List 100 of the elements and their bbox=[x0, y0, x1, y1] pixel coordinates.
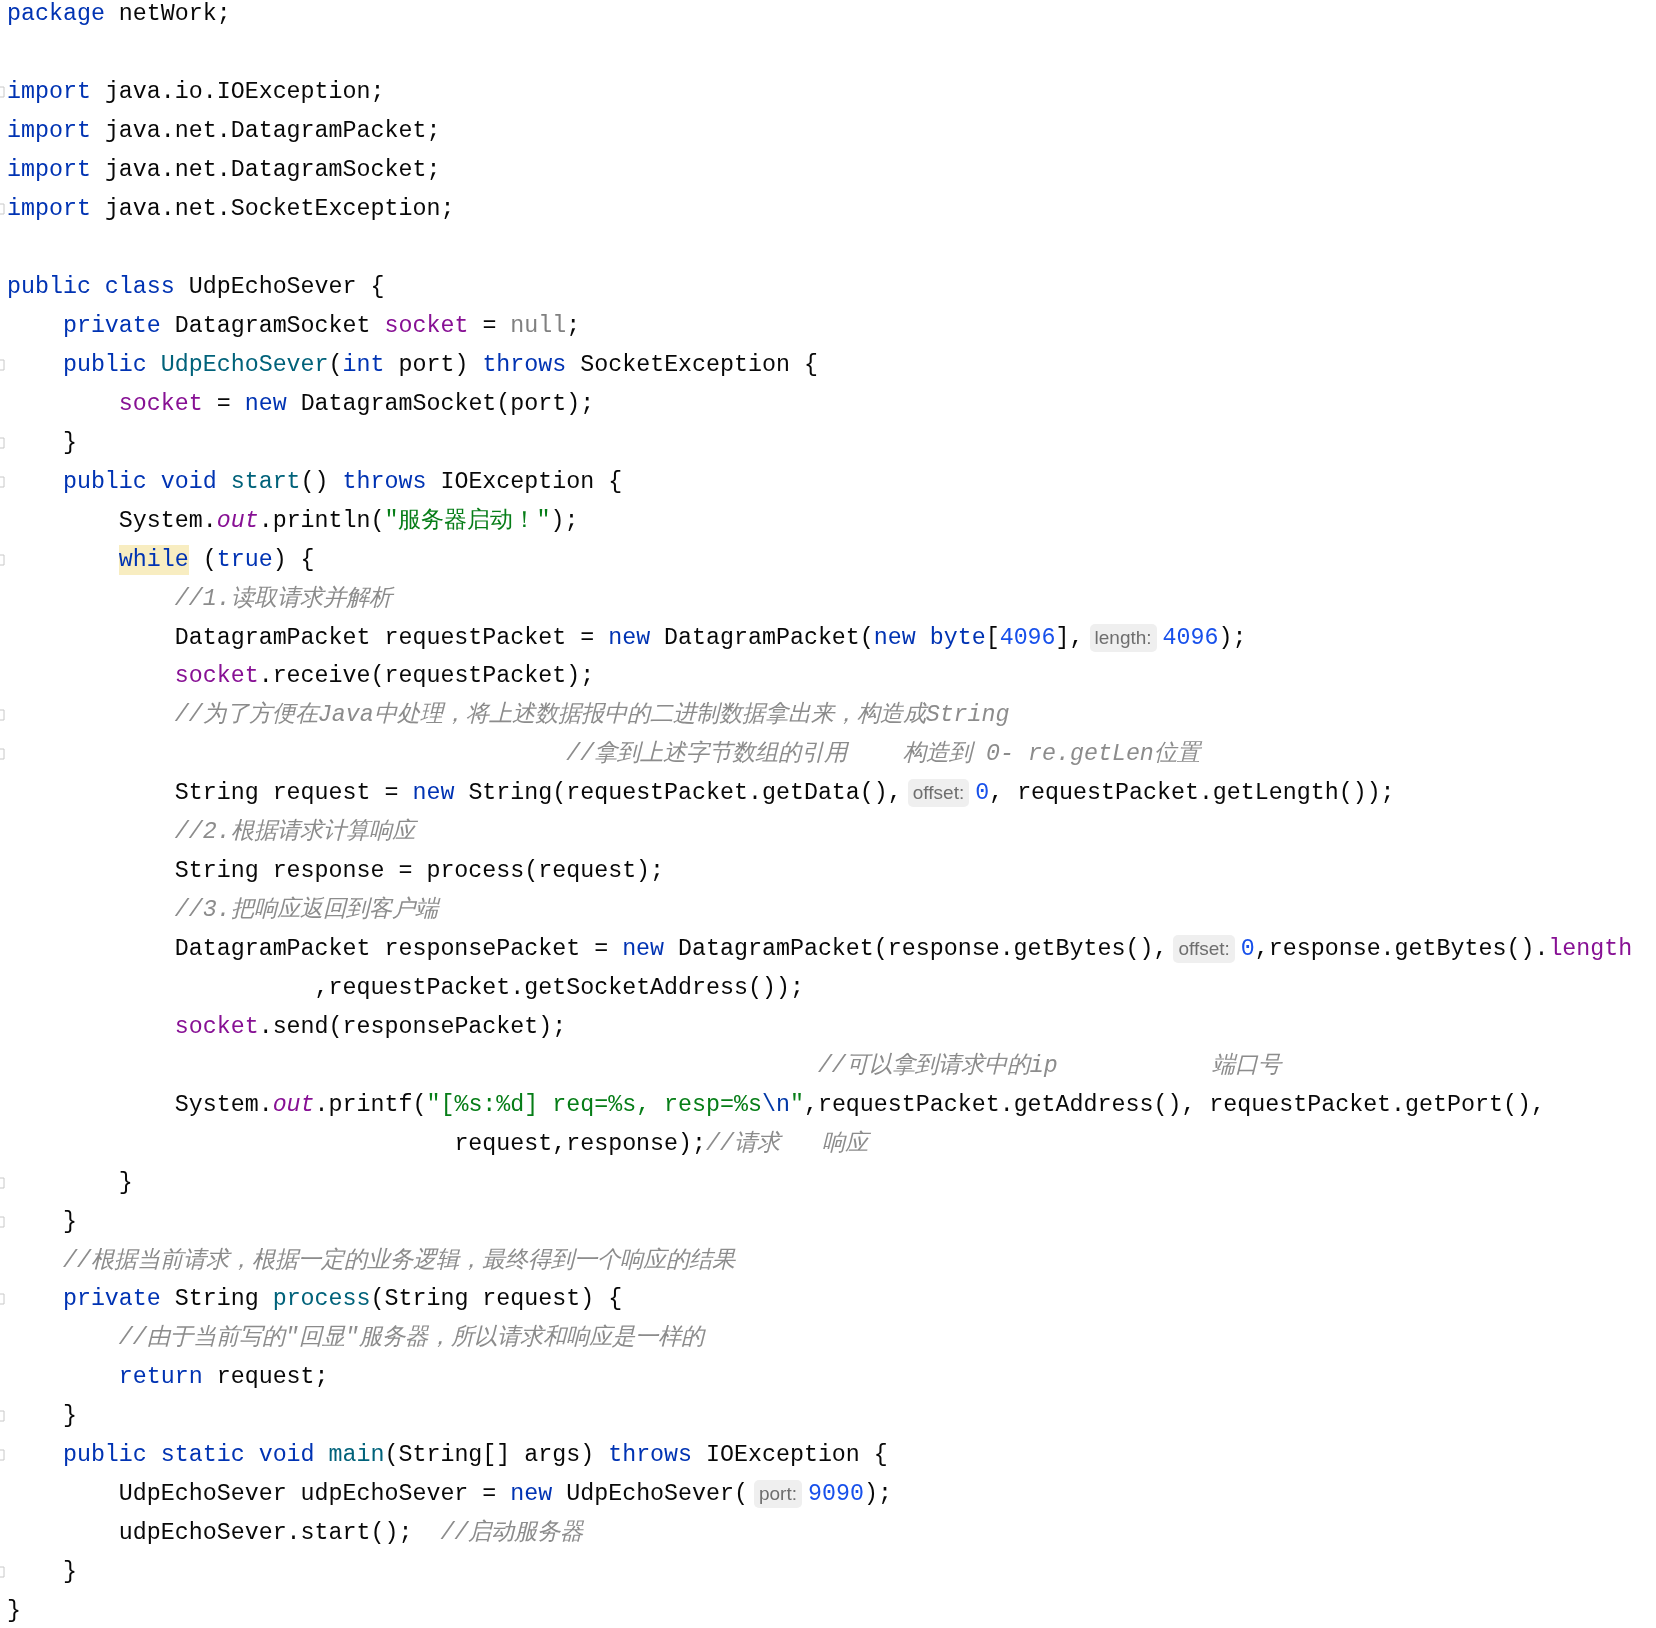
code-text: .receive(requestPacket); bbox=[258, 662, 595, 692]
code-text: DatagramPacket responsePacket = bbox=[174, 935, 610, 964]
keyword: import bbox=[7, 156, 91, 186]
keyword: public static void bbox=[62, 1441, 316, 1471]
keyword: public bbox=[62, 350, 148, 380]
keyword: import bbox=[7, 117, 91, 147]
keyword: new byte bbox=[873, 623, 986, 653]
code-text: java.net.SocketException; bbox=[104, 195, 455, 225]
fold-marker-icon[interactable] bbox=[0, 1176, 5, 1189]
fold-marker-icon[interactable] bbox=[0, 86, 5, 99]
code-text: SocketException { bbox=[580, 350, 818, 380]
code-text: ); bbox=[1218, 623, 1247, 653]
field-name: socket bbox=[174, 1012, 259, 1042]
code-text: .println( bbox=[258, 506, 385, 536]
fold-marker-icon[interactable] bbox=[0, 709, 5, 722]
code-text: IOException { bbox=[706, 1441, 888, 1471]
keyword: throws bbox=[608, 1441, 693, 1471]
code-text: ( bbox=[328, 350, 343, 380]
code-comment: //由于当前写的"回显"服务器，所以请求和响应是一样的 bbox=[118, 1323, 704, 1354]
code-text: } bbox=[62, 1558, 77, 1587]
null-literal: null bbox=[510, 312, 567, 341]
code-text: DatagramSocket(port); bbox=[300, 389, 595, 419]
code-text: ( bbox=[202, 545, 217, 575]
code-text: } bbox=[118, 1168, 133, 1198]
code-text: ,response.getBytes(). bbox=[1254, 935, 1549, 964]
keyword: private bbox=[62, 1285, 161, 1315]
field-name: socket bbox=[174, 662, 259, 692]
parameter-hint: offset: bbox=[907, 779, 970, 808]
code-text: ,requestPacket.getSocketAddress()); bbox=[314, 973, 804, 1003]
keyword: return bbox=[118, 1363, 203, 1393]
code-text: [ bbox=[985, 623, 1000, 653]
code-text: port) bbox=[398, 350, 470, 380]
keyword: public class bbox=[7, 273, 175, 303]
number-literal: 4096 bbox=[999, 623, 1056, 653]
code-comment: //根据当前请求，根据一定的业务逻辑，最终得到一个响应的结果 bbox=[62, 1246, 735, 1276]
number-literal: 4096 bbox=[1162, 623, 1219, 653]
fold-marker-icon[interactable] bbox=[0, 1215, 5, 1228]
string-literal: "服务器启动！" bbox=[384, 506, 551, 536]
code-text: String(requestPacket.getData(), bbox=[468, 779, 902, 809]
fold-marker-icon[interactable] bbox=[0, 475, 5, 488]
fold-marker-icon[interactable] bbox=[0, 1293, 5, 1306]
code-text: UdpEchoSever { bbox=[188, 273, 385, 303]
keyword: while bbox=[118, 544, 189, 575]
number-literal: 9090 bbox=[808, 1480, 864, 1510]
fold-marker-icon[interactable] bbox=[0, 1410, 5, 1423]
fold-marker-icon[interactable] bbox=[0, 1449, 5, 1462]
code-text: } bbox=[62, 428, 77, 458]
code-comment: //为了方便在Java中处理，将上述数据报中的二进制数据拿出来，构造成String bbox=[174, 700, 1010, 731]
code-text: IOException { bbox=[440, 467, 623, 497]
code-text: java.net.DatagramSocket; bbox=[104, 156, 441, 186]
keyword: import bbox=[7, 195, 91, 225]
code-text: (String request) { bbox=[370, 1285, 623, 1315]
fold-marker-icon[interactable] bbox=[0, 358, 5, 371]
number-literal: 0 bbox=[975, 779, 990, 809]
code-text: .printf( bbox=[314, 1090, 427, 1120]
method-name: main bbox=[328, 1441, 385, 1471]
keyword: int bbox=[342, 350, 385, 380]
code-text: DatagramSocket bbox=[174, 312, 372, 341]
keyword: throws bbox=[342, 467, 427, 497]
code-text: } bbox=[62, 1402, 77, 1432]
code-text: String response = process(request); bbox=[174, 857, 665, 887]
fold-marker-icon[interactable] bbox=[0, 748, 5, 761]
code-text: DatagramPacket(response.getBytes(), bbox=[678, 935, 1168, 964]
code-text: .send(responsePacket); bbox=[258, 1012, 567, 1042]
code-text: } bbox=[62, 1207, 77, 1237]
keyword: private bbox=[62, 312, 161, 341]
fold-marker-icon[interactable] bbox=[0, 553, 5, 566]
parameter-hint: offset: bbox=[1173, 935, 1235, 963]
keyword: package bbox=[7, 0, 105, 30]
keyword: true bbox=[216, 545, 273, 575]
static-field: out bbox=[272, 1089, 315, 1120]
string-literal: "[%s:%d] req=%s, resp=%s bbox=[426, 1090, 762, 1120]
code-text: ) { bbox=[272, 545, 315, 575]
code-text: UdpEchoSever( bbox=[566, 1480, 748, 1510]
code-text: request,response); bbox=[454, 1129, 707, 1159]
keyword: new bbox=[244, 389, 287, 419]
code-text: = bbox=[482, 312, 498, 341]
code-text: () bbox=[300, 467, 330, 497]
keyword: new bbox=[622, 935, 665, 964]
code-text: String request = bbox=[174, 779, 400, 809]
code-text: , requestPacket.getLength()); bbox=[989, 779, 1395, 809]
escape-sequence: \n bbox=[761, 1090, 790, 1120]
code-comment: //启动服务器 bbox=[440, 1518, 584, 1549]
static-field: out bbox=[216, 505, 259, 536]
keyword: new bbox=[608, 623, 651, 653]
fold-marker-icon[interactable] bbox=[0, 1566, 5, 1578]
keyword: public void bbox=[62, 467, 218, 497]
keyword: new bbox=[412, 779, 455, 809]
code-text: (String[] args) bbox=[384, 1441, 596, 1471]
string-literal: " bbox=[789, 1090, 804, 1120]
code-text: System. bbox=[118, 506, 217, 536]
parameter-hint: port: bbox=[754, 1480, 802, 1509]
code-text: = bbox=[216, 389, 232, 419]
keyword: throws bbox=[482, 350, 567, 380]
fold-marker-icon[interactable] bbox=[0, 203, 5, 216]
code-text: udpEchoSever.start(); bbox=[118, 1519, 414, 1549]
fold-marker-icon[interactable] bbox=[0, 436, 5, 449]
code-text: ); bbox=[550, 506, 579, 536]
code-text: ); bbox=[863, 1480, 892, 1510]
code-text: ], bbox=[1055, 623, 1084, 653]
